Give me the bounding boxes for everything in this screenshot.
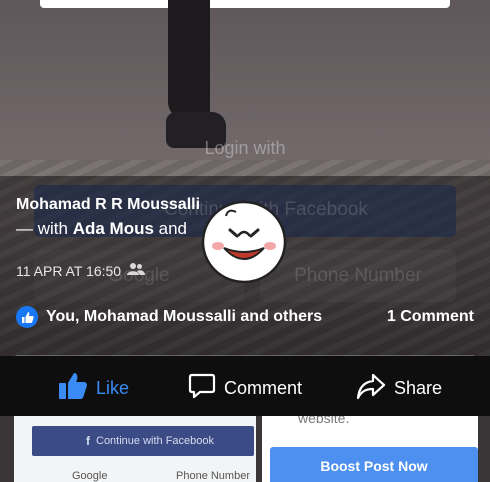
preview-google: Google (72, 470, 108, 482)
with-suffix: and (153, 219, 188, 238)
boost-post-button[interactable]: Boost Post Now (270, 447, 478, 482)
share-icon (356, 372, 386, 405)
post-meta: 11 APR AT 16:50 (16, 262, 146, 279)
reactions-summary[interactable]: You, Mohamad Moussalli and others (16, 306, 322, 328)
share-label: Share (394, 378, 443, 398)
thumbs-up-icon (58, 372, 88, 405)
friends-icon (127, 262, 146, 279)
login-with-text: Login with (204, 138, 286, 158)
like-label: Like (96, 378, 130, 398)
with-prefix: — with (16, 219, 73, 238)
post-timestamp[interactable]: 11 APR AT 16:50 (16, 263, 121, 279)
like-reaction-icon (16, 306, 38, 328)
preview-continue-facebook-label: Continue with Facebook (96, 435, 215, 447)
preview-continue-facebook: f Continue with Facebook (32, 426, 254, 456)
tagged-line: — with Ada Mous and (16, 219, 187, 239)
figure-leg (168, 0, 210, 120)
post-author[interactable]: Mohamad R R Moussalli (16, 196, 200, 214)
top-card-edge (40, 0, 450, 8)
comments-count[interactable]: 1 Comment (387, 308, 474, 326)
preview-phone-number: Phone Number (176, 470, 250, 482)
comment-icon (188, 372, 216, 405)
happy-face-sticker-icon (200, 198, 288, 284)
share-button[interactable]: Share (356, 372, 442, 405)
like-button[interactable]: Like (58, 372, 129, 405)
facebook-f-icon: f (86, 434, 90, 448)
comment-label: Comment (224, 378, 303, 398)
tagged-person[interactable]: Ada Mous (73, 219, 154, 238)
comment-button[interactable]: Comment (188, 372, 302, 405)
reactions-text: You, Mohamad Moussalli and others (46, 308, 323, 325)
preview-card-left: f Continue with Facebook Google Phone Nu… (14, 416, 256, 482)
website-text: website. (298, 416, 350, 426)
promo-card: website. Boost Post Now (262, 416, 478, 482)
